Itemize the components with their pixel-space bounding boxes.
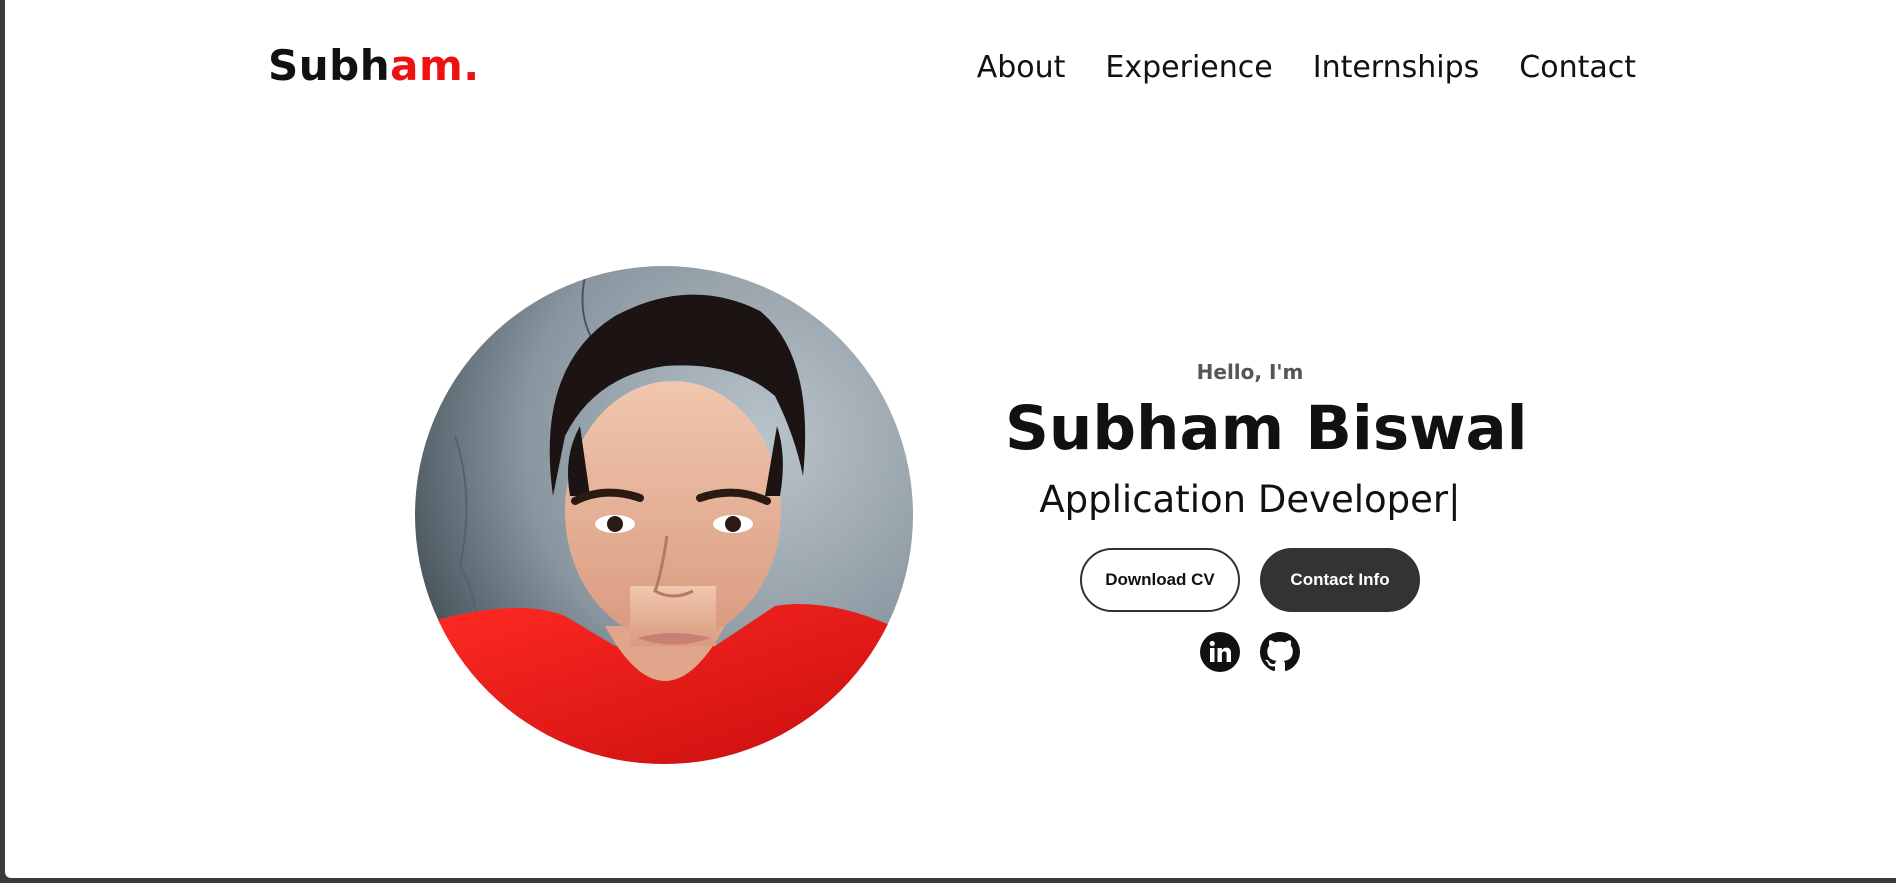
page: Subham. About Experience Internships Con… <box>5 0 1896 878</box>
main-nav: About Experience Internships Contact <box>977 53 1636 83</box>
nav-item-about: About <box>977 53 1066 83</box>
nav-link-experience[interactable]: Experience <box>1105 50 1272 85</box>
nav-item-contact: Contact <box>1519 53 1636 83</box>
social-links <box>1005 632 1495 672</box>
logo-main: Subh <box>268 41 391 90</box>
hero-role: Application Developer| <box>1039 478 1461 521</box>
logo[interactable]: Subham. <box>268 45 480 87</box>
hero-buttons: Download CV Contact Info <box>1005 548 1495 612</box>
hero-section: Hello, I'm Subham Biswal Application Dev… <box>1005 360 1528 672</box>
nav-item-experience: Experience <box>1105 53 1272 83</box>
greeting-text: Hello, I'm <box>1196 360 1304 384</box>
nav-link-about[interactable]: About <box>977 50 1066 85</box>
nav-link-internships[interactable]: Internships <box>1313 50 1480 85</box>
profile-photo-illustration <box>415 266 913 764</box>
download-cv-button[interactable]: Download CV <box>1080 548 1240 612</box>
github-icon[interactable] <box>1260 632 1300 672</box>
logo-accent: am. <box>390 41 480 90</box>
nav-item-internships: Internships <box>1313 53 1480 83</box>
nav-link-contact[interactable]: Contact <box>1519 50 1636 85</box>
profile-photo <box>415 266 913 764</box>
contact-info-button[interactable]: Contact Info <box>1260 548 1420 612</box>
linkedin-icon[interactable] <box>1200 632 1240 672</box>
hero-name: Subham Biswal <box>1005 393 1528 464</box>
